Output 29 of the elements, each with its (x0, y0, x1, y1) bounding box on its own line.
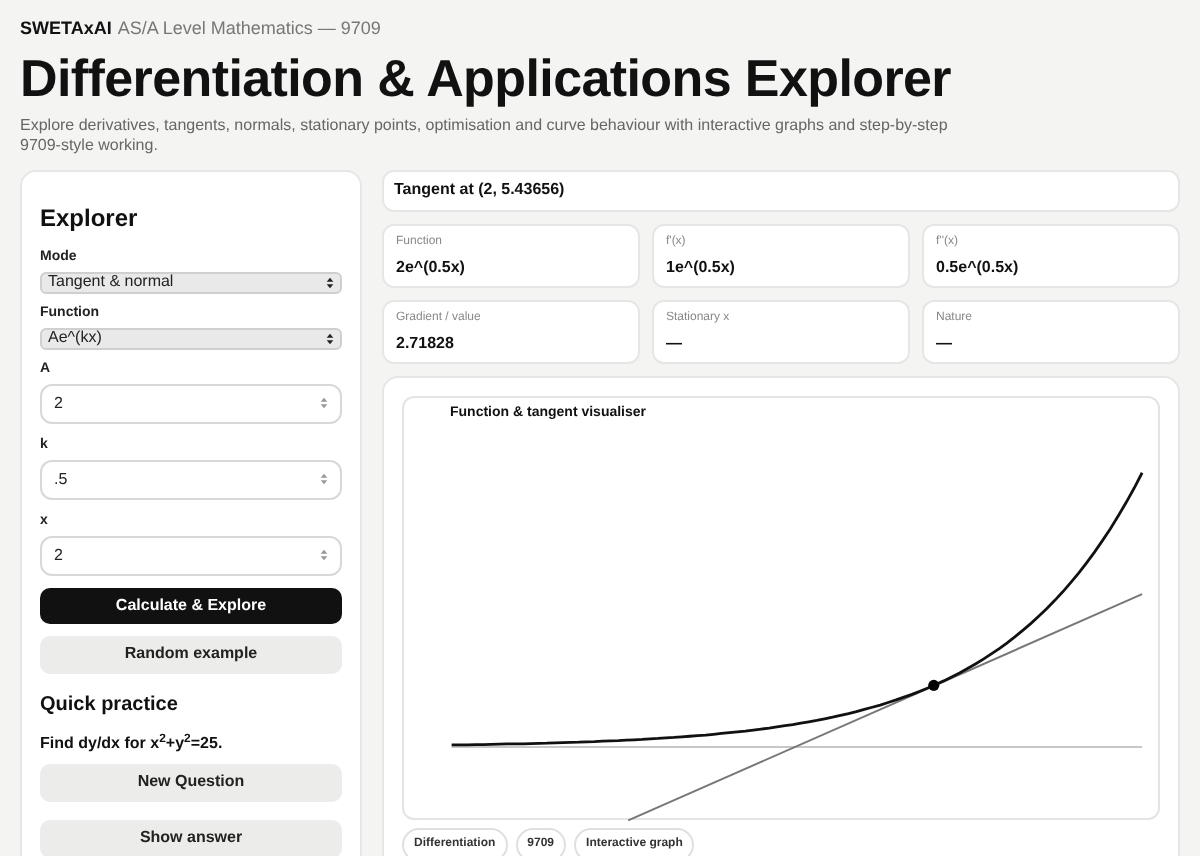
stat-value: 0.5e^(0.5x) (936, 255, 1021, 279)
updown-icon (320, 548, 328, 562)
updown-icon (326, 331, 334, 345)
page-title: Differentiation & Applications Explorer (20, 47, 954, 107)
stat-value: 2.71828 (396, 331, 456, 355)
stat-value: — (666, 331, 684, 355)
updown-icon (320, 472, 328, 486)
select-dropdown[interactable]: Tangent & normal (40, 271, 342, 293)
tangent-point (928, 679, 940, 691)
stat-value: — (936, 331, 954, 355)
number-input[interactable]: .5 (40, 459, 342, 499)
updown-icon (326, 275, 334, 289)
random-example-button[interactable]: Random example (40, 635, 342, 673)
stat-value: 1e^(0.5x) (666, 255, 737, 279)
stat-value: 2e^(0.5x) (396, 255, 467, 279)
practice-button[interactable]: Show answer (40, 819, 342, 856)
practice-button[interactable]: New Question (40, 763, 342, 801)
select-dropdown[interactable]: Ae^(kx) (40, 327, 342, 349)
section-title: Quick practice (40, 693, 180, 717)
practice-question: Find dy/dx for x$^{2}$+y$^{2}$=25. (40, 733, 225, 753)
number-input[interactable]: 2 (40, 535, 342, 575)
number-input[interactable]: 2 (40, 383, 342, 423)
calculate-button[interactable]: Calculate & Explore (40, 587, 342, 623)
page-description: Explore derivatives, tangents, normals, stationary points, optimisation and curve behaviour with interactive graphs and step-by-step 9709-style working. (20, 115, 950, 155)
brand-name: SWETAxAI (20, 16, 112, 42)
result-header: Tangent at (2, 5.43656) (382, 169, 1180, 211)
panel-title: Explorer (40, 203, 140, 231)
updown-icon (320, 396, 328, 410)
course-subtitle: AS/A Level Mathematics — 9709 (117, 16, 381, 42)
